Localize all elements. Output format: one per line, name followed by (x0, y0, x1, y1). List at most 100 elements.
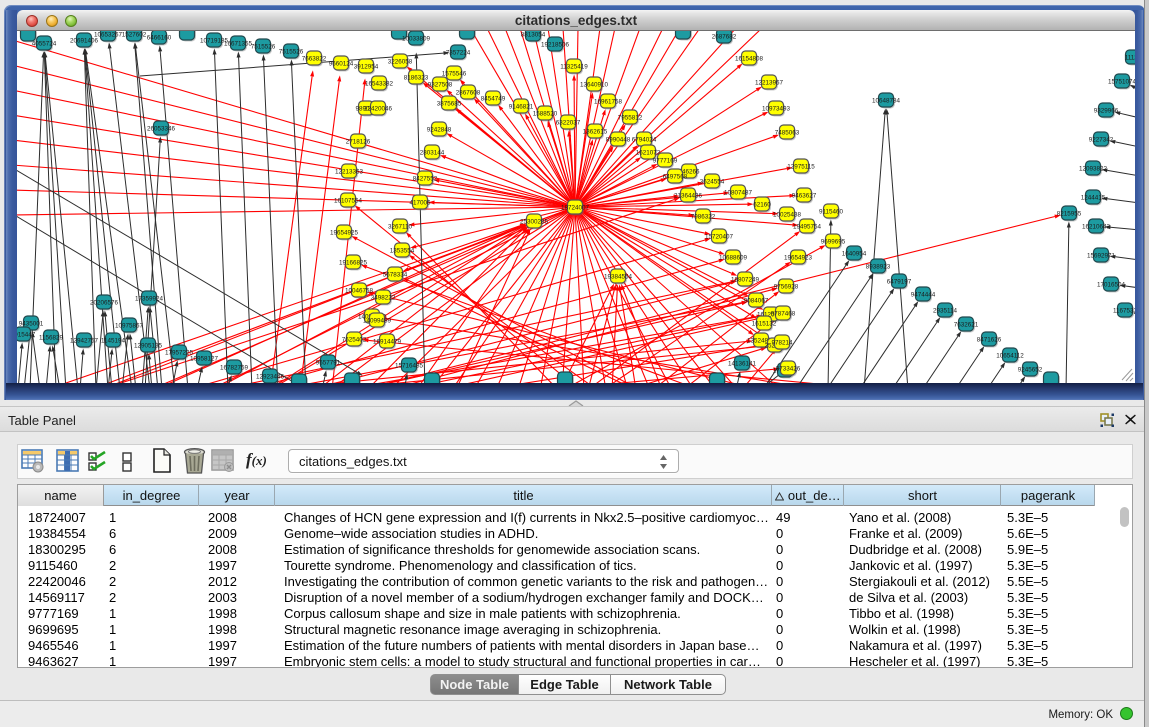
svg-text:11123: 11123 (1125, 55, 1135, 62)
svg-text:10688609: 10688609 (719, 255, 748, 262)
svg-text:6466160: 6466160 (147, 35, 172, 42)
svg-text:7515526: 7515526 (279, 49, 304, 56)
svg-text:2687682: 2687682 (712, 34, 737, 41)
svg-text:25300285: 25300285 (520, 219, 549, 226)
svg-text:10046758: 10046758 (345, 288, 374, 295)
svg-text:1362615: 1362615 (583, 129, 608, 136)
svg-text:12905135: 12905135 (134, 343, 163, 350)
svg-text:1167533: 1167533 (1113, 308, 1135, 315)
svg-text:16782759: 16782759 (220, 365, 249, 372)
svg-text:7632621: 7632621 (954, 322, 979, 329)
svg-text:16210643: 16210643 (1082, 224, 1111, 231)
svg-text:12923446: 12923446 (256, 374, 285, 381)
svg-text:10973493: 10973493 (762, 106, 791, 113)
svg-text:7357224: 7357224 (446, 50, 471, 57)
svg-text:20206576: 20206576 (90, 300, 119, 307)
svg-text:9463627: 9463627 (792, 193, 817, 200)
svg-text:13640910: 13640910 (580, 82, 609, 89)
svg-text:7515526: 7515526 (251, 44, 276, 51)
svg-text:7663822: 7663822 (302, 56, 327, 63)
svg-text:7485063: 7485063 (775, 130, 800, 137)
svg-text:2867608: 2867608 (456, 90, 481, 97)
svg-text:1588520: 1588520 (533, 111, 558, 118)
svg-text:10654112: 10654112 (996, 353, 1024, 360)
svg-text:10025438: 10025438 (773, 212, 802, 219)
svg-text:8186323: 8186323 (404, 75, 429, 82)
svg-text:15692971: 15692971 (1087, 253, 1116, 260)
svg-text:3912954: 3912954 (354, 64, 379, 71)
svg-text:3624554: 3624554 (700, 179, 725, 186)
svg-text:10648784: 10648784 (872, 98, 901, 105)
svg-text:9227342: 9227342 (1089, 137, 1114, 144)
svg-text:10653267: 10653267 (94, 32, 123, 39)
svg-text:3875685: 3875685 (437, 101, 462, 108)
svg-text:19166825: 19166825 (339, 260, 368, 267)
svg-text:19384554: 19384554 (604, 274, 633, 281)
svg-text:17359924: 17359924 (135, 296, 164, 303)
svg-text:1640954: 1640954 (842, 251, 867, 258)
svg-text:9115460: 9115460 (819, 209, 844, 216)
svg-text:1145194: 1145194 (101, 338, 126, 345)
svg-text:9329966: 9329966 (1094, 108, 1119, 115)
svg-text:20691406: 20691406 (70, 38, 99, 45)
svg-text:21364436: 21364436 (674, 193, 703, 200)
svg-text:10807487: 10807487 (724, 190, 753, 197)
svg-text:19654923: 19654923 (784, 255, 813, 262)
svg-text:9699695: 9699695 (821, 239, 846, 246)
svg-text:1575546: 1575546 (442, 71, 467, 78)
svg-text:1156829: 1156829 (39, 335, 64, 342)
svg-text:9146821: 9146821 (509, 104, 534, 111)
svg-text:9733426: 9733426 (776, 366, 801, 373)
svg-text:9657791: 9657791 (316, 360, 341, 367)
svg-text:8990448: 8990448 (606, 137, 631, 144)
svg-text:2935114: 2935114 (933, 308, 958, 315)
svg-text:9327508: 9327508 (428, 82, 453, 89)
svg-text:16154808: 16154808 (735, 56, 764, 63)
svg-text:6479197: 6479197 (887, 279, 912, 286)
svg-text:11325419: 11325419 (560, 64, 588, 71)
svg-text:10033809: 10033809 (402, 36, 431, 43)
svg-text:2803144: 2803144 (420, 150, 445, 157)
svg-text:8938923: 8938923 (866, 264, 891, 271)
svg-text:16961758: 16961758 (594, 99, 623, 106)
svg-text:7625402: 7625402 (342, 337, 367, 344)
svg-text:3915447: 3915447 (17, 332, 36, 339)
svg-text:19495754: 19495754 (793, 224, 822, 231)
svg-text:7955812: 7955812 (618, 115, 643, 122)
svg-text:8427552: 8427552 (413, 176, 438, 183)
svg-text:8813054: 8813054 (521, 32, 546, 39)
svg-text:14099489: 14099489 (363, 318, 392, 325)
svg-text:12093822: 12093822 (1079, 166, 1108, 173)
svg-text:417006: 417006 (409, 200, 431, 207)
svg-text:5678334: 5678334 (383, 272, 408, 279)
svg-text:12942757: 12942757 (70, 338, 99, 345)
svg-text:15716485: 15716485 (395, 363, 424, 370)
svg-text:6497568: 6497568 (663, 174, 688, 181)
svg-text:16107554: 16107554 (334, 198, 363, 205)
svg-text:9474444: 9474444 (911, 292, 936, 299)
svg-text:9756928: 9756928 (774, 284, 799, 291)
svg-text:1621072: 1621072 (636, 150, 661, 157)
svg-text:19218506: 19218506 (541, 42, 570, 49)
svg-text:15751074: 15751074 (1108, 79, 1135, 86)
svg-text:1615132: 1615132 (752, 321, 777, 328)
svg-text:8471626: 8471626 (977, 337, 1002, 344)
svg-text:22420046: 22420046 (364, 106, 393, 113)
svg-text:14136141: 14136141 (728, 361, 757, 368)
svg-text:12975115: 12975115 (787, 164, 815, 171)
svg-text:10975867: 10975867 (115, 323, 144, 330)
svg-text:19654925: 19654925 (330, 230, 359, 237)
svg-text:16543382: 16543382 (365, 81, 394, 88)
svg-text:12213967: 12213967 (755, 80, 784, 87)
svg-text:9245652: 9245652 (1018, 367, 1043, 374)
svg-text:2718126: 2718126 (346, 139, 371, 146)
svg-text:18724007: 18724007 (561, 205, 590, 212)
svg-text:8454749: 8454749 (481, 96, 506, 103)
svg-text:7986322: 7986322 (691, 214, 716, 221)
svg-text:18807249: 18807249 (731, 277, 760, 284)
svg-text:9242848: 9242848 (427, 127, 452, 134)
svg-text:15720407: 15720407 (705, 234, 734, 241)
svg-text:17016504: 17016504 (1097, 282, 1126, 289)
svg-text:12213363: 12213363 (335, 169, 364, 176)
svg-text:6794024: 6794024 (632, 137, 657, 144)
